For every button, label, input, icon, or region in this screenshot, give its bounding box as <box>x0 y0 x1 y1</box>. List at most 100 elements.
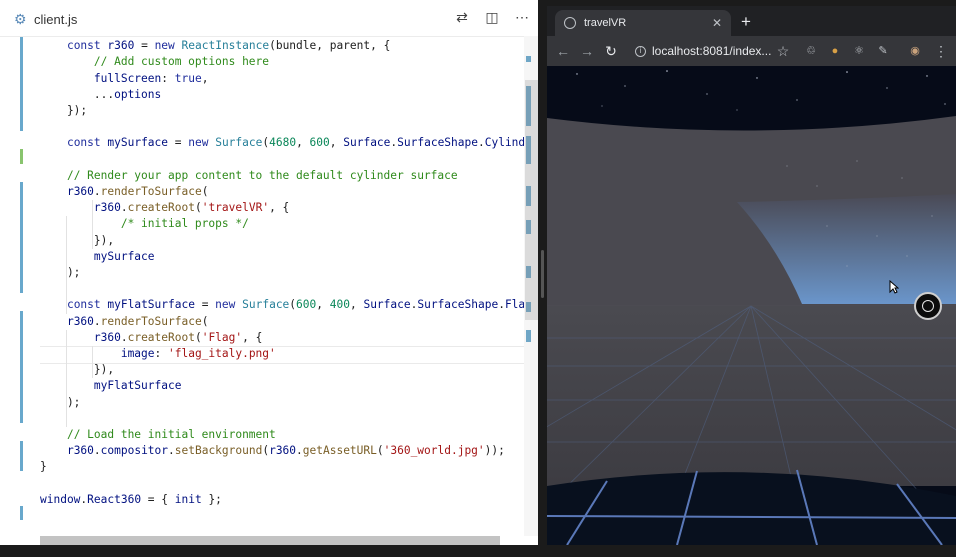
source-control-icon[interactable]: ⇄ <box>454 9 470 25</box>
forward-arrow-icon[interactable]: → <box>578 42 596 60</box>
code-token: new <box>188 136 209 150</box>
code-line: ...options <box>0 87 538 103</box>
address-bar[interactable]: i localhost:8081/index... <box>631 39 786 63</box>
gutter-change-marker <box>20 149 23 164</box>
code-token: , <box>349 298 364 312</box>
code-token: . <box>120 330 128 344</box>
star-icon[interactable]: ☆ <box>775 43 791 59</box>
code-token: ( <box>194 201 202 215</box>
new-tab-button[interactable]: + <box>741 12 751 32</box>
code-line: // Render your app content to the defaul… <box>0 168 538 184</box>
minimap-mark <box>526 56 531 62</box>
code-line-text: image: 'flag_italy.png' <box>40 346 276 362</box>
code-token: // Load the initial environment <box>66 428 276 441</box>
browser-tab-travelvr[interactable]: travelVR ✕ <box>555 10 731 36</box>
cookie-icon[interactable]: ● <box>827 43 843 59</box>
vertical-scrollbar-thumb[interactable] <box>525 80 538 320</box>
code-token: }); <box>40 104 88 117</box>
split-editor-icon[interactable]: ◫ <box>484 9 500 25</box>
code-line: fullScreen: true, <box>0 71 538 87</box>
code-token: 600 <box>309 136 330 150</box>
more-icon[interactable]: ⋯ <box>514 9 530 25</box>
code-line-text: // Render your app content to the defaul… <box>40 168 458 184</box>
code-token: , <box>329 136 344 150</box>
code-token: Surface <box>343 136 391 150</box>
reload-icon[interactable]: ↻ <box>602 42 620 60</box>
code-token: = <box>194 298 216 312</box>
code-line: r360.createRoot('Flag', { <box>0 330 538 346</box>
indent-guide <box>66 329 67 427</box>
code-line-text: }), <box>40 362 114 378</box>
code-token: 'flag_italy.png' <box>168 347 276 360</box>
code-token: init <box>174 492 202 506</box>
code-token: ( <box>194 330 202 344</box>
code-token: createRoot <box>127 330 195 344</box>
code-token: . <box>93 314 101 328</box>
code-token: createRoot <box>127 201 195 215</box>
code-token: new <box>215 298 236 312</box>
close-icon[interactable]: ✕ <box>712 16 722 30</box>
back-arrow-icon[interactable]: ← <box>554 42 572 60</box>
vr-headset-icon <box>922 300 934 312</box>
code-area[interactable]: function init(bundle, parent, options = … <box>0 23 538 540</box>
kebab-menu-icon[interactable]: ⋮ <box>933 43 949 59</box>
vr-viewport[interactable] <box>547 66 956 545</box>
tab-label: client.js <box>34 11 78 27</box>
code-token: = { <box>141 492 175 506</box>
code-editor: function init(bundle, parent, options = … <box>0 0 538 545</box>
react-icon[interactable]: ⚛ <box>851 43 867 59</box>
horizontal-scrollbar[interactable] <box>40 536 500 545</box>
code-token: compositor <box>100 444 169 458</box>
code-token: mySurface <box>107 136 169 150</box>
code-token: . <box>120 201 128 215</box>
code-token: Surface <box>363 298 411 312</box>
code-token: ReactInstance <box>181 39 270 53</box>
code-token: . <box>93 185 101 198</box>
pen-icon[interactable]: ✎ <box>875 43 891 59</box>
code-token: r360 <box>66 314 94 328</box>
code-line: const r360 = new ReactInstance(bundle, p… <box>0 38 538 54</box>
code-token: /* initial props */ <box>120 217 249 231</box>
split-grip[interactable] <box>541 250 544 298</box>
code-token: r360 <box>269 444 297 458</box>
code-token: ( <box>376 444 384 458</box>
gutter-change-marker <box>20 36 23 132</box>
code-line-text: }); <box>40 103 87 119</box>
tab-client-js[interactable]: ⚙ client.js <box>14 6 77 32</box>
code-token: window <box>40 492 81 506</box>
code-token: , { <box>242 330 263 344</box>
info-icon[interactable]: i <box>635 45 646 57</box>
code-line-text: }), <box>40 233 114 249</box>
mouse-cursor-icon <box>889 280 899 294</box>
code-token: }), <box>40 233 115 247</box>
url-text: localhost:8081/index... <box>652 44 772 58</box>
code-token: r360 <box>66 185 94 198</box>
code-token: renderToSurface <box>100 185 202 198</box>
split-divider[interactable] <box>538 0 547 557</box>
code-line-text: // Add custom options here <box>40 54 269 70</box>
code-token: . <box>477 136 485 150</box>
code-token: r360 <box>66 444 94 458</box>
code-line: const mySurface = new Surface(4680, 600,… <box>0 135 538 151</box>
gutter-change-marker <box>20 505 23 520</box>
code-token: setBackground <box>174 444 263 458</box>
profile-icon[interactable]: ◉ <box>907 43 923 59</box>
browser-toolbar: ← → ↻ i localhost:8081/index... ☆ ♲ ● ⚛ … <box>547 36 956 66</box>
code-token: // Add custom options here <box>93 55 270 69</box>
code-token: ); <box>40 395 81 409</box>
code-token: ); <box>40 266 81 279</box>
code-line: }); <box>0 103 538 119</box>
recycle-icon[interactable]: ♲ <box>803 43 819 59</box>
code-line: ); <box>0 265 538 281</box>
vr-mode-button[interactable] <box>914 292 942 320</box>
code-token: : <box>154 347 168 360</box>
code-token: SurfaceShape <box>417 298 499 312</box>
